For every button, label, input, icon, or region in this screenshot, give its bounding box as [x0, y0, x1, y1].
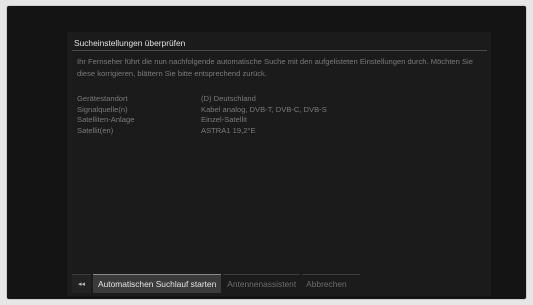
dialog-title: Sucheinstellungen überprüfen	[74, 38, 186, 48]
intro-text: Ihr Fernseher führt die nun nachfolgende…	[77, 57, 473, 78]
antenna-assistant-label: Antennenassistent	[227, 279, 297, 289]
setting-label: Satelliten-Anlage	[77, 115, 135, 124]
back-button[interactable]: ◂◂	[72, 274, 91, 293]
settings-list: Gerätestandort (D) Deutschland Signalque…	[77, 94, 327, 136]
setting-value: Einzel-Satellit	[201, 115, 248, 124]
settings-row-satellite-system: Satelliten-Anlage Einzel-Satellit	[77, 115, 327, 126]
cancel-label: Abbrechen	[306, 279, 347, 289]
start-auto-search-button[interactable]: Automatischen Suchlauf starten	[93, 274, 222, 293]
settings-row-signal-sources: Signalquelle(n) Kabel analog, DVB-T, DVB…	[77, 105, 327, 116]
cancel-button[interactable]: Abbrechen	[302, 274, 361, 293]
dialog-footer: ◂◂ Automatischen Suchlauf starten Antenn…	[72, 274, 362, 293]
search-settings-dialog: Sucheinstellungen überprüfen Ihr Fernseh…	[67, 32, 491, 296]
settings-row-location: Gerätestandort (D) Deutschland	[77, 94, 327, 105]
settings-row-satellites: Satellit(en) ASTRA1 19,2°E	[77, 126, 327, 137]
title-divider	[72, 50, 487, 51]
setting-label: Satellit(en)	[77, 125, 114, 135]
tv-screen: Sucheinstellungen überprüfen Ihr Fernseh…	[7, 6, 526, 299]
antenna-assistant-button[interactable]: Antennenassistent	[223, 274, 301, 293]
double-left-arrow-icon: ◂◂	[77, 281, 86, 288]
setting-value: Kabel analog, DVB-T, DVB-C, DVB-S	[201, 104, 327, 114]
setting-label: Gerätestandort	[77, 94, 128, 103]
setting-value: ASTRA1 19,2°E	[201, 125, 256, 135]
setting-value: (D) Deutschland	[201, 94, 256, 103]
setting-label: Signalquelle(n)	[77, 104, 128, 114]
start-auto-search-label: Automatischen Suchlauf starten	[98, 279, 217, 289]
